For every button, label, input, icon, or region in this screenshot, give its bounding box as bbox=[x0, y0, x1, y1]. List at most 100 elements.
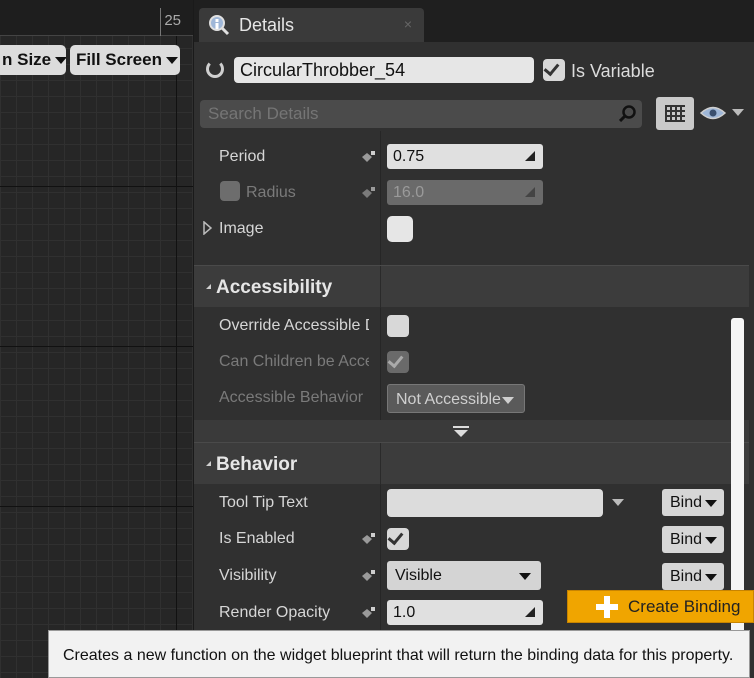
bind-button[interactable]: Bind bbox=[662, 563, 724, 590]
visibility-dropdown[interactable]: Visible bbox=[387, 561, 541, 590]
property-row-children-accessible: Can Children be Access bbox=[194, 344, 742, 380]
canvas-guide-line bbox=[0, 346, 193, 347]
bind-pin-icon[interactable] bbox=[360, 150, 376, 164]
render-opacity-input[interactable]: 1.0 bbox=[387, 600, 543, 625]
section-behavior[interactable]: Behavior bbox=[194, 442, 749, 485]
is-enabled-checkbox[interactable] bbox=[387, 528, 409, 550]
section-title: Behavior bbox=[216, 454, 298, 475]
accessible-behavior-label: Accessible Behavior bbox=[219, 389, 364, 406]
render-opacity-label: Render Opacity bbox=[219, 604, 331, 621]
bind-button[interactable]: Bind bbox=[662, 489, 724, 516]
advanced-expander[interactable] bbox=[194, 420, 749, 444]
render-opacity-value: 1.0 bbox=[393, 604, 416, 621]
checkmark-icon bbox=[543, 59, 560, 77]
bind-pin-icon[interactable] bbox=[360, 569, 376, 583]
property-row-override-accessible: Override Accessible De bbox=[194, 308, 742, 344]
bind-pin-icon[interactable] bbox=[360, 606, 376, 620]
chevron-down-icon[interactable] bbox=[612, 499, 624, 506]
horizontal-ruler: 25 bbox=[0, 0, 193, 36]
search-input[interactable] bbox=[200, 100, 642, 128]
property-row-radius: Radius 16.0 bbox=[194, 175, 742, 211]
tab-details[interactable]: Details × bbox=[199, 8, 424, 42]
details-search-icon bbox=[209, 15, 230, 36]
search-row bbox=[194, 97, 754, 131]
drag-handle-icon bbox=[525, 187, 535, 197]
fill-screen-dropdown[interactable]: Fill Screen bbox=[70, 45, 180, 75]
collapse-arrow-icon bbox=[202, 284, 211, 289]
override-accessible-label: Override Accessible De bbox=[219, 317, 369, 334]
bind-pin-icon[interactable] bbox=[360, 186, 376, 200]
period-label: Period bbox=[219, 148, 266, 165]
radius-input: 16.0 bbox=[387, 180, 543, 205]
ruler-tick bbox=[160, 8, 161, 36]
section-accessibility[interactable]: Accessibility bbox=[194, 265, 749, 308]
tab-bar: Details × bbox=[194, 0, 754, 42]
close-icon[interactable]: × bbox=[404, 16, 412, 32]
radius-value: 16.0 bbox=[393, 184, 425, 201]
chevron-down-icon bbox=[519, 573, 531, 580]
tooltip-text-input[interactable] bbox=[387, 489, 603, 517]
chevron-down-icon bbox=[705, 574, 717, 581]
is-enabled-label: Is Enabled bbox=[219, 530, 295, 547]
scrollbar[interactable] bbox=[731, 318, 744, 678]
column-divider bbox=[380, 266, 381, 308]
chevron-down-icon[interactable] bbox=[732, 109, 744, 116]
period-value: 0.75 bbox=[393, 148, 425, 165]
tooltip-text-label: Tool Tip Text bbox=[219, 494, 308, 511]
property-matrix-button[interactable] bbox=[656, 97, 694, 130]
period-input[interactable]: 0.75 bbox=[387, 144, 543, 169]
image-label: Image bbox=[219, 220, 264, 237]
tooltip-text: Creates a new function on the widget blu… bbox=[63, 647, 734, 664]
details-panel: Details × Is Variable Period bbox=[193, 0, 754, 678]
chevron-down-icon bbox=[705, 500, 717, 507]
property-row-image[interactable]: Image bbox=[194, 211, 742, 247]
property-row-period: Period 0.75 bbox=[194, 139, 742, 175]
tooltip: Creates a new function on the widget blu… bbox=[48, 630, 750, 678]
widget-name-row: Is Variable bbox=[194, 50, 754, 90]
radius-label: Radius bbox=[246, 184, 296, 201]
chevron-down-icon bbox=[705, 537, 717, 544]
radius-override-checkbox[interactable] bbox=[220, 181, 240, 201]
plus-icon bbox=[596, 595, 618, 618]
override-accessible-checkbox[interactable] bbox=[387, 315, 409, 337]
checkmark-icon bbox=[387, 351, 404, 369]
widget-name-input[interactable] bbox=[234, 57, 534, 83]
is-variable-checkbox[interactable] bbox=[543, 59, 565, 81]
screen-size-dropdown[interactable]: n Size bbox=[0, 45, 66, 75]
circular-throbber-icon bbox=[206, 60, 224, 78]
create-binding-menu-item[interactable]: Create Binding bbox=[567, 590, 754, 623]
drag-handle-icon[interactable] bbox=[525, 607, 535, 617]
bind-label: Bind bbox=[670, 568, 703, 585]
collapse-arrow-icon bbox=[202, 461, 211, 466]
chevron-down-icon bbox=[502, 397, 514, 404]
children-accessible-checkbox bbox=[387, 351, 409, 373]
expand-advanced-icon bbox=[453, 426, 469, 437]
property-row-accessible-behavior: Accessible Behavior Not Accessible bbox=[194, 380, 742, 416]
canvas-guide-line bbox=[0, 186, 193, 187]
bind-label: Bind bbox=[670, 531, 703, 548]
visibility-label: Visibility bbox=[219, 567, 277, 584]
expand-arrow-icon[interactable] bbox=[203, 221, 212, 235]
drag-handle-icon[interactable] bbox=[525, 151, 535, 161]
eye-icon[interactable] bbox=[700, 105, 726, 121]
bind-button[interactable]: Bind bbox=[662, 526, 724, 553]
grid-icon bbox=[665, 105, 685, 122]
canvas-guide-line bbox=[0, 506, 193, 507]
bind-pin-icon[interactable] bbox=[360, 532, 376, 546]
image-color-swatch[interactable] bbox=[387, 216, 413, 242]
children-accessible-label: Can Children be Access bbox=[219, 353, 369, 370]
accessible-behavior-dropdown: Not Accessible bbox=[387, 384, 525, 413]
search-icon[interactable] bbox=[619, 105, 636, 122]
fill-screen-label: Fill Screen bbox=[76, 50, 162, 69]
ruler-number: 25 bbox=[164, 12, 181, 29]
chevron-down-icon bbox=[165, 56, 178, 64]
is-variable-label: Is Variable bbox=[571, 61, 655, 81]
designer-canvas[interactable]: 25 n Size Fill Screen bbox=[0, 0, 193, 678]
checkmark-icon bbox=[387, 528, 404, 546]
chevron-down-icon bbox=[55, 56, 66, 64]
canvas-guide-line bbox=[176, 36, 177, 678]
column-divider bbox=[380, 443, 381, 485]
accessible-behavior-value: Not Accessible bbox=[396, 391, 501, 408]
property-row-visibility: Visibility Visible Bind bbox=[194, 558, 742, 594]
section-title: Accessibility bbox=[216, 277, 333, 298]
